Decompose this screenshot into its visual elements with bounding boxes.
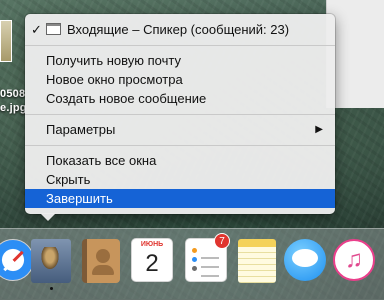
menu-item-inbox-window[interactable]: ✓ Входящие – Спикер (сообщений: 23)	[25, 20, 335, 39]
menu-pointer	[40, 213, 56, 221]
contacts-icon	[82, 239, 120, 283]
notification-badge: 7	[214, 233, 230, 249]
submenu-arrow-icon: ▶	[315, 124, 323, 135]
calendar-day: 2	[145, 250, 159, 277]
menu-item-label: Создать новое сообщение	[46, 91, 207, 106]
menu-item-show-all-windows[interactable]: Показать все окна	[25, 151, 335, 170]
menu-item-label: Завершить	[46, 191, 113, 206]
menu-separator	[25, 114, 335, 115]
file-thumbnail[interactable]	[0, 20, 12, 62]
menu-item-label: Новое окно просмотра	[46, 72, 183, 87]
messages-icon	[284, 239, 326, 281]
dock-app-speaker[interactable]	[31, 239, 73, 290]
menu-item-quit[interactable]: Завершить	[25, 189, 335, 208]
itunes-icon: ♫	[333, 239, 375, 281]
dock-app-calendar[interactable]: ИЮНЬ 2	[132, 239, 174, 283]
window-icon	[46, 23, 61, 35]
menu-item-label: Входящие – Спикер (сообщений: 23)	[67, 22, 290, 37]
menu-item-hide[interactable]: Скрыть	[25, 170, 335, 189]
menu-item-get-new-mail[interactable]: Получить новую почту	[25, 51, 335, 70]
menu-item-label: Параметры	[46, 122, 116, 137]
checkmark-icon: ✓	[31, 22, 42, 37]
dock: ИЮНЬ 2 7 ♫	[0, 228, 384, 300]
notes-icon	[238, 239, 276, 283]
menu-item-label: Получить новую почту	[46, 53, 181, 68]
menu-item-label: Скрыть	[46, 172, 91, 187]
file-name-line2[interactable]: e.jpg	[0, 102, 27, 114]
menu-separator	[25, 145, 335, 146]
menu-item-options[interactable]: Параметры ▶	[25, 120, 335, 139]
menu-item-label: Показать все окна	[46, 153, 157, 168]
calendar-month: ИЮНЬ	[140, 241, 164, 248]
safari-icon	[0, 239, 34, 281]
menu-item-new-message[interactable]: Создать новое сообщение	[25, 89, 335, 108]
menu-separator	[25, 45, 335, 46]
running-indicator	[50, 287, 53, 290]
dock-app-messages[interactable]	[284, 239, 326, 283]
calendar-icon: ИЮНЬ 2	[132, 239, 172, 281]
speaker-app-icon	[31, 239, 71, 283]
dock-app-safari[interactable]	[0, 239, 34, 283]
file-name-line1[interactable]: 0508	[0, 88, 25, 100]
dock-app-reminders[interactable]: 7	[186, 233, 230, 283]
dock-app-itunes[interactable]: ♫	[333, 239, 375, 283]
menu-item-new-viewer-window[interactable]: Новое окно просмотра	[25, 70, 335, 89]
dock-context-menu: ✓ Входящие – Спикер (сообщений: 23) Полу…	[25, 14, 335, 214]
reminders-icon: 7	[186, 233, 230, 281]
dock-app-contacts[interactable]	[82, 239, 124, 283]
dock-app-notes[interactable]	[238, 239, 280, 283]
